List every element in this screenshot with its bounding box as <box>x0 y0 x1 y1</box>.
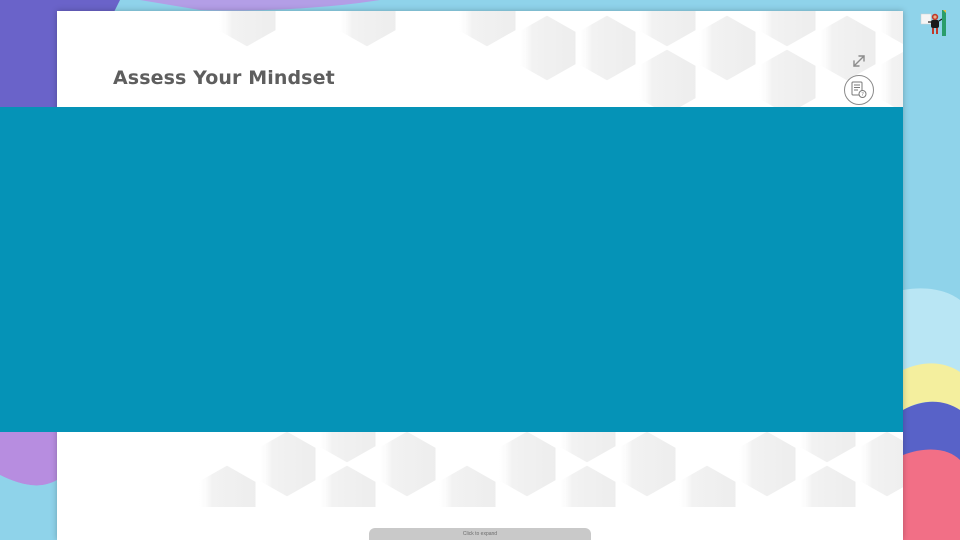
expand-pill-button[interactable]: Click to expand <box>369 528 591 540</box>
slide-title: Assess Your Mindset <box>113 67 335 89</box>
mascot-icon <box>920 10 946 36</box>
expand-diagonal-icon <box>853 55 865 67</box>
svg-text:?: ? <box>861 92 864 98</box>
document-question-icon: ? <box>851 81 867 98</box>
expand-button[interactable] <box>850 52 868 70</box>
media-placeholder <box>0 107 903 432</box>
expand-pill-label: Click to expand <box>462 531 498 537</box>
mascot-button[interactable] <box>918 8 948 38</box>
resources-button[interactable]: ? <box>844 75 874 105</box>
